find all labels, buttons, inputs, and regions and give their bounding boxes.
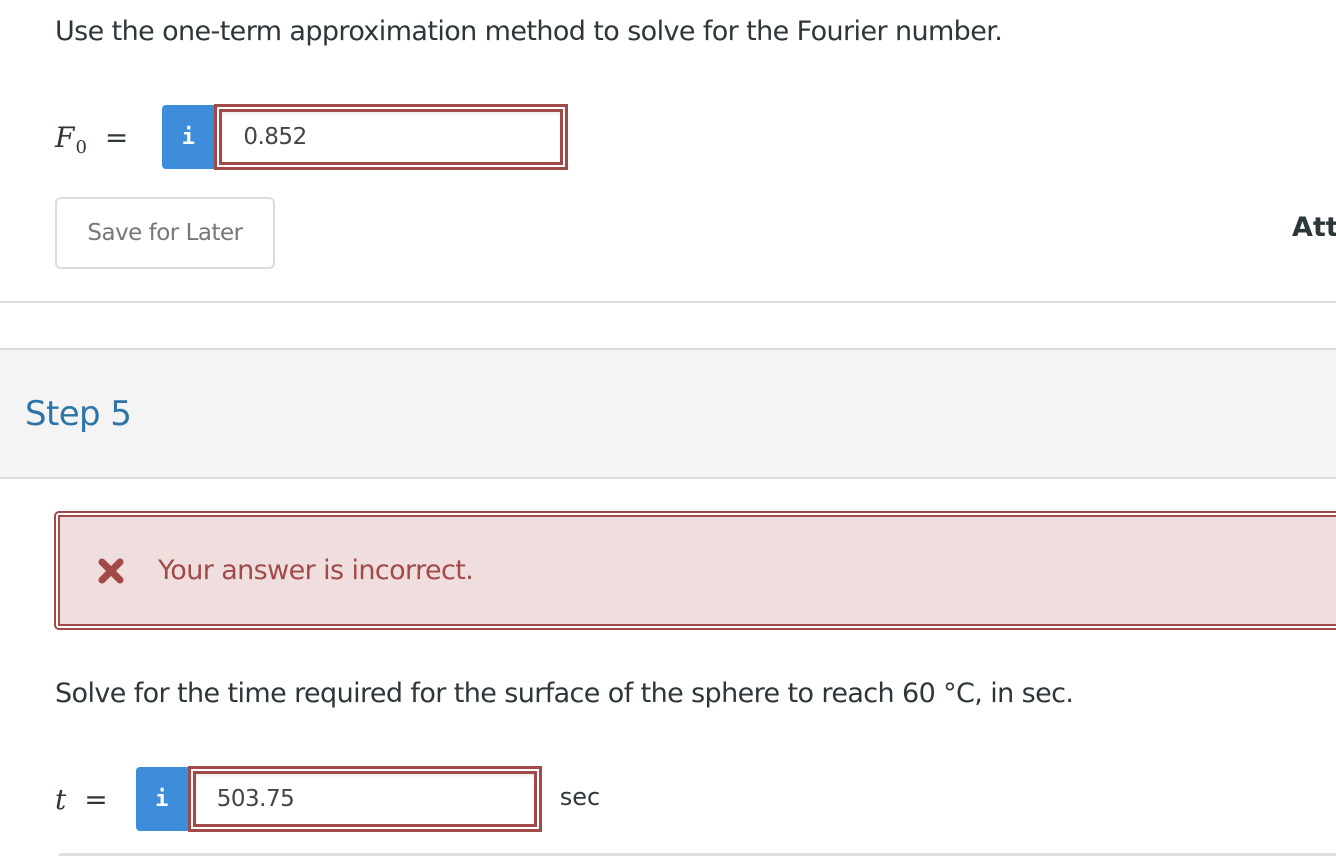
step-header: Step 5: [0, 348, 1336, 479]
attempts-label: Att: [1292, 212, 1336, 243]
info-button[interactable]: i: [162, 105, 215, 169]
equals-sign: =: [104, 120, 129, 154]
unit-label: sec: [559, 783, 601, 811]
feedback-inner: Your answer is incorrect.: [58, 515, 1336, 626]
step4-prompt: Use the one-term approximation method to…: [55, 16, 1003, 47]
equals-sign: =: [84, 782, 108, 816]
fourier-subscript: 0: [75, 136, 87, 158]
x-mark-icon: [96, 556, 126, 586]
feedback-incorrect-banner: Your answer is incorrect.: [54, 511, 1336, 630]
time-answer-row: t = i 503.75 sec: [55, 766, 600, 832]
fourier-variable-label: F 0 =: [55, 120, 129, 158]
info-icon: i: [181, 124, 195, 150]
time-variable-label: t =: [55, 783, 108, 816]
fourier-answer-row: F 0 = i 0.852: [55, 104, 569, 170]
fourier-symbol: F: [55, 120, 75, 154]
save-for-later-button[interactable]: Save for Later: [55, 197, 275, 269]
fourier-answer-value[interactable]: 0.852: [219, 109, 564, 165]
feedback-text: Your answer is incorrect.: [158, 555, 474, 586]
fourier-answer-input[interactable]: 0.852: [214, 104, 569, 170]
time-symbol: t: [55, 782, 67, 816]
time-answer-value[interactable]: 503.75: [192, 771, 537, 827]
step-title: Step 5: [25, 394, 132, 434]
info-icon: i: [155, 786, 169, 812]
time-answer-input[interactable]: 503.75: [187, 766, 542, 832]
step5-question: Solve for the time required for the surf…: [55, 678, 1074, 709]
page: Use the one-term approximation method to…: [0, 0, 1336, 858]
section-divider: [58, 853, 1336, 856]
info-button[interactable]: i: [135, 767, 188, 831]
section-divider: [0, 301, 1336, 303]
